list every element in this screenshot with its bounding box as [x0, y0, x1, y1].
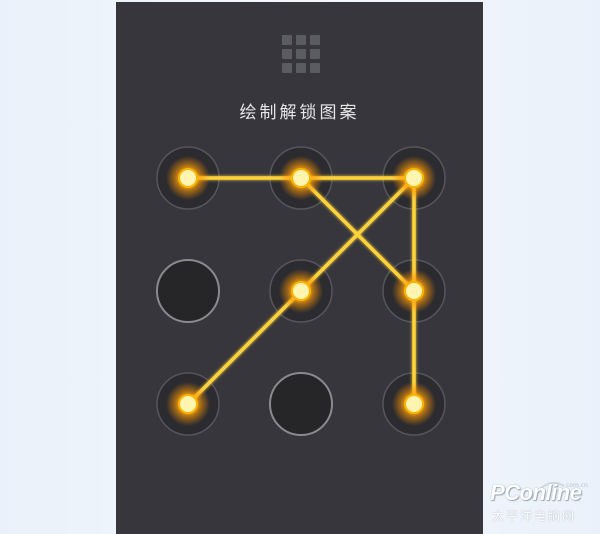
- watermark-domain: com.cn: [566, 482, 588, 489]
- pattern-node-3-2[interactable]: [269, 372, 333, 436]
- pattern-node-active-core: [178, 394, 198, 414]
- lock-screen: 绘制解锁图案: [116, 2, 483, 534]
- watermark-logo: PConline com.cn 太平洋电脑网: [488, 474, 598, 530]
- screenshot-stage: 绘制解锁图案 PConline com.cn 太平洋电脑网: [0, 0, 600, 534]
- pattern-node-active-core: [178, 168, 198, 188]
- pattern-node-active-core: [404, 281, 424, 301]
- pattern-node-2-1[interactable]: [156, 259, 220, 323]
- unlock-pattern-pad[interactable]: [116, 2, 483, 534]
- pattern-node-active-core: [404, 168, 424, 188]
- pattern-node-active-core: [291, 281, 311, 301]
- watermark-subtitle: 太平洋电脑网: [492, 509, 577, 523]
- pattern-node-active-core: [291, 168, 311, 188]
- pattern-node-active-core: [404, 394, 424, 414]
